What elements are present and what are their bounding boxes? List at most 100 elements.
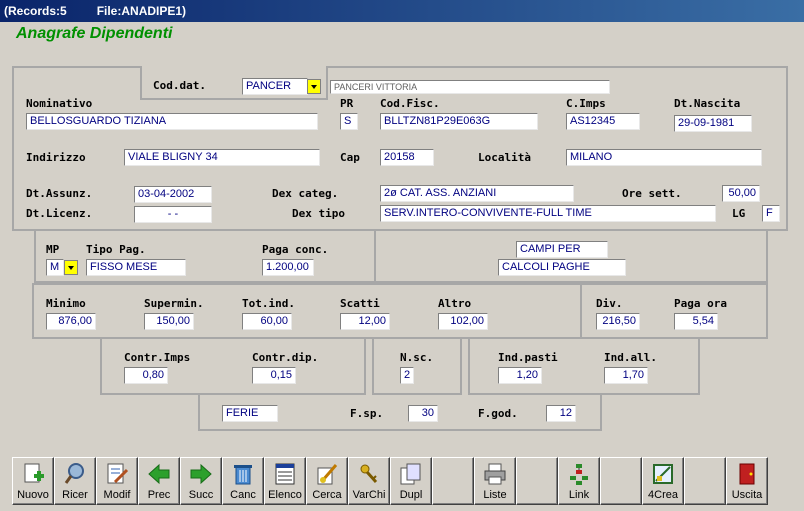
localita-label: Località <box>478 151 531 164</box>
cod-dat-dropdown-button[interactable] <box>307 79 321 94</box>
indall-field[interactable]: 1,70 <box>604 367 648 384</box>
dextipo-field[interactable]: SERV.INTERO-CONVIVENTE-FULL TIME <box>380 205 716 222</box>
toolbar-button-dupl[interactable]: Dupl <box>390 457 432 505</box>
nominativo-label: Nominativo <box>26 97 93 110</box>
mp-dropdown-button[interactable] <box>64 260 78 275</box>
minimo-label: Minimo <box>46 297 86 310</box>
window-titlebar: (Records:5 File:ANADIPE1) <box>0 0 804 22</box>
toolbar-button-modif[interactable]: Modif <box>96 457 138 505</box>
printer-icon <box>482 461 508 487</box>
div-label: Div. <box>596 297 623 310</box>
toolbar-button-cerca[interactable]: Cerca <box>306 457 348 505</box>
dextipo-label: Dex tipo <box>292 207 345 220</box>
altro-field[interactable]: 102,00 <box>438 313 488 330</box>
codfisc-label: Cod.Fisc. <box>380 97 440 110</box>
dtlicenz-field[interactable]: - - <box>134 206 212 223</box>
codfisc-field[interactable]: BLLTZN81P29E063G <box>380 113 538 130</box>
dtnascita-label: Dt.Nascita <box>674 97 741 110</box>
toolbar-button-link[interactable]: Link <box>558 457 600 505</box>
toolbar-button-label: VarChi <box>352 489 386 501</box>
toolbar-button-empty[interactable] <box>516 457 558 505</box>
dtassunz-field[interactable]: 03-04-2002 <box>134 186 212 203</box>
contrdip-label: Contr.dip. <box>252 351 319 364</box>
cinps-label: C.Imps <box>566 97 606 110</box>
contrdip-field[interactable]: 0,15 <box>252 367 296 384</box>
oresett-field[interactable]: 50,00 <box>722 185 760 202</box>
toolbar-button-label: Uscita <box>731 489 763 501</box>
toolbar-button-prec[interactable]: Prec <box>138 457 180 505</box>
toolbar-button-label: Cerca <box>312 489 342 501</box>
cod-dat-field[interactable]: PANCER <box>242 78 308 95</box>
fsp-field[interactable]: 30 <box>408 405 438 422</box>
nsc-label: N.sc. <box>400 351 434 364</box>
dexcateg-label: Dex categ. <box>272 187 339 200</box>
dtnascita-field[interactable]: 29-09-1981 <box>674 115 752 132</box>
exit-door-icon <box>734 461 760 487</box>
indirizzo-field[interactable]: VIALE BLIGNY 34 <box>124 149 320 166</box>
magnifier-icon <box>62 461 88 487</box>
pr-field[interactable]: S <box>340 113 358 130</box>
trash-icon <box>230 461 256 487</box>
contrinps-label: Contr.Imps <box>124 351 191 364</box>
scatti-field[interactable]: 12,00 <box>340 313 390 330</box>
pagaconc-label: Paga conc. <box>262 243 329 256</box>
duplicate-icon <box>398 461 424 487</box>
toolbar-button-ricer[interactable]: Ricer <box>54 457 96 505</box>
oresett-label: Ore sett. <box>622 187 682 200</box>
toolbar-button-4crea[interactable]: 4Crea <box>642 457 684 505</box>
contrinps-field[interactable]: 0,80 <box>124 367 168 384</box>
toolbar-button-label: 4Crea <box>648 489 678 501</box>
totind-field[interactable]: 60,00 <box>242 313 292 330</box>
edit-doc-icon <box>104 461 130 487</box>
indpasti-field[interactable]: 1,20 <box>498 367 542 384</box>
nsc-field[interactable]: 2 <box>400 367 414 384</box>
cap-label: Cap <box>340 151 360 164</box>
scatti-label: Scatti <box>340 297 380 310</box>
create-icon <box>650 461 676 487</box>
amounts-group <box>32 283 582 339</box>
campi-per-label: CAMPI PER <box>516 241 608 258</box>
lg-label: LG <box>732 207 746 220</box>
toolbar-button-empty[interactable] <box>600 457 642 505</box>
cod-dat-label: Cod.dat. <box>153 79 206 92</box>
minimo-field[interactable]: 876,00 <box>46 313 96 330</box>
dexcateg-field[interactable]: 2ø CAT. ASS. ANZIANI <box>380 185 574 202</box>
div-group <box>580 283 768 339</box>
indirizzo-label: Indirizzo <box>26 151 86 164</box>
toolbar-button-label: Ricer <box>62 489 88 501</box>
supermin-label: Supermin. <box>144 297 204 310</box>
totind-label: Tot.ind. <box>242 297 295 310</box>
toolbar-button-nuovo[interactable]: Nuovo <box>12 457 54 505</box>
toolbar-button-empty[interactable] <box>684 457 726 505</box>
fgod-label: F.god. <box>478 407 518 420</box>
toolbar-button-succ[interactable]: Succ <box>180 457 222 505</box>
toolbar-button-canc[interactable]: Canc <box>222 457 264 505</box>
toolbar-button-elenco[interactable]: Elenco <box>264 457 306 505</box>
cinps-field[interactable]: AS12345 <box>566 113 640 130</box>
div-field[interactable]: 216,50 <box>596 313 640 330</box>
nominativo-field[interactable]: BELLOSGUARDO TIZIANA <box>26 113 318 130</box>
mp-label: MP <box>46 243 60 256</box>
list-icon <box>272 461 298 487</box>
pagaconc-field[interactable]: 1.200,00 <box>262 259 314 276</box>
toolbar-button-varchi[interactable]: VarChi <box>348 457 390 505</box>
tipopag-field[interactable]: FISSO MESE <box>86 259 186 276</box>
toolbar-button-uscita[interactable]: Uscita <box>726 457 768 505</box>
toolbar-button-empty[interactable] <box>432 457 474 505</box>
supermin-field[interactable]: 150,00 <box>144 313 194 330</box>
cap-field[interactable]: 20158 <box>380 149 434 166</box>
dtassunz-label: Dt.Assunz. <box>26 187 93 200</box>
pagaora-field[interactable]: 5,54 <box>674 313 718 330</box>
toolbar-button-label: Nuovo <box>17 489 49 501</box>
mp-field[interactable]: M <box>46 259 64 276</box>
fgod-field[interactable]: 12 <box>546 405 576 422</box>
pagaora-label: Paga ora <box>674 297 727 310</box>
toolbar-button-liste[interactable]: Liste <box>474 457 516 505</box>
toolbar: Nuovo Ricer Modif Prec Succ Canc Elenco Cerca Va… <box>12 457 796 505</box>
localita-field[interactable]: MILANO <box>566 149 762 166</box>
nsc-group <box>372 339 462 395</box>
ferie-label: FERIE <box>222 405 278 422</box>
indpasti-label: Ind.pasti <box>498 351 558 364</box>
toolbar-button-label: Link <box>568 489 590 501</box>
lg-field[interactable]: F <box>762 205 780 222</box>
